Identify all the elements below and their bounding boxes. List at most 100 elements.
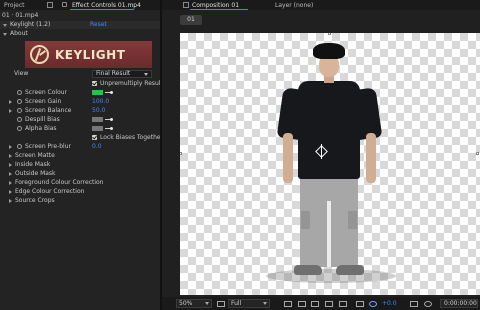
expand-triangle-icon[interactable] <box>9 189 12 194</box>
person-arm-left <box>283 133 293 183</box>
timecode-value: 0:00:00:00 <box>444 300 477 307</box>
screen-gain-value[interactable]: 100.0 <box>92 98 109 106</box>
lock-biases-checkbox[interactable] <box>92 135 97 140</box>
chevron-down-icon <box>263 302 267 305</box>
channel-icon[interactable] <box>356 301 364 307</box>
lock-icon[interactable] <box>47 2 53 8</box>
ground-shadow <box>266 269 396 283</box>
group-inside-mask[interactable]: Inside Mask <box>0 161 160 169</box>
person-hair <box>313 43 345 59</box>
breadcrumb-text: 01 · 01.mp4 <box>2 12 39 19</box>
color-management-icon[interactable] <box>369 301 377 307</box>
expand-triangle-icon[interactable] <box>9 162 12 167</box>
reset-button[interactable]: Reset <box>90 21 107 29</box>
tab-project[interactable]: Project <box>4 1 25 10</box>
alpha-bias-row: Alpha Bias <box>0 125 160 133</box>
region-of-interest-icon[interactable] <box>217 301 225 307</box>
alpha-bias-swatch[interactable] <box>92 126 103 131</box>
person-leg-gap <box>327 201 331 267</box>
expand-triangle-icon[interactable] <box>9 171 12 176</box>
screen-gain-label: Screen Gain <box>25 98 62 105</box>
composition-chip[interactable]: 01 <box>180 15 202 25</box>
lock-biases-row: Lock Biases Together <box>0 134 163 142</box>
screen-preblur-value[interactable]: 0.0 <box>92 143 102 151</box>
collapse-triangle-icon[interactable] <box>3 33 7 36</box>
transparency-grid-icon[interactable] <box>298 301 306 307</box>
anchor-point-icon[interactable] <box>316 144 327 159</box>
expand-triangle-icon[interactable] <box>9 153 12 158</box>
group-foreground-colour-correction[interactable]: Foreground Colour Correction <box>0 179 160 187</box>
group-label: Foreground Colour Correction <box>15 179 104 186</box>
despill-bias-row: Despill Bias <box>0 116 160 124</box>
timecode-display[interactable]: 0:00:00:00 <box>440 299 478 308</box>
comp-lock-icon[interactable] <box>183 2 189 8</box>
effect-header[interactable]: Keylight (1.2) Reset <box>0 21 160 29</box>
expand-triangle-icon[interactable] <box>9 198 12 203</box>
group-outside-mask[interactable]: Outside Mask <box>0 170 160 178</box>
expand-triangle-icon[interactable] <box>9 108 12 113</box>
stopwatch-icon[interactable] <box>17 108 22 113</box>
composition-viewer[interactable] <box>180 33 480 295</box>
composition-panel: 01 50% Full +0.0 0:00:00:00 <box>162 10 480 310</box>
screen-balance-row: Screen Balance 50.0 <box>0 107 160 115</box>
mask-visibility-icon[interactable] <box>311 301 319 307</box>
keylight-logo: KEYLIGHT <box>25 41 152 68</box>
logo-text: KEYLIGHT <box>55 48 126 62</box>
group-label: Source Crops <box>15 197 55 204</box>
screen-balance-value[interactable]: 50.0 <box>92 107 105 115</box>
person-shoe-right <box>336 265 364 275</box>
stopwatch-icon[interactable] <box>17 144 22 149</box>
unpremultiply-row: Unpremultiply Result <box>0 80 163 88</box>
resolution-dropdown[interactable]: Full <box>228 299 270 308</box>
expand-triangle-icon[interactable] <box>9 144 12 149</box>
eyedropper-icon[interactable] <box>105 91 114 94</box>
group-source-crops[interactable]: Source Crops <box>0 197 160 205</box>
group-edge-colour-correction[interactable]: Edge Colour Correction <box>0 188 160 196</box>
zoom-value: 50% <box>179 300 193 307</box>
expand-triangle-icon[interactable] <box>9 99 12 104</box>
expand-triangle-icon[interactable] <box>9 180 12 185</box>
about-label: About <box>10 30 28 37</box>
grid-icon[interactable] <box>284 301 292 307</box>
layer-handle-left[interactable] <box>180 152 182 155</box>
screen-colour-row: Screen Colour <box>0 89 160 97</box>
view-label: View <box>14 70 29 77</box>
person-pocket-right <box>348 211 357 229</box>
viewer-toolbar: 50% Full +0.0 0:00:00:00 <box>162 297 480 310</box>
screen-colour-swatch[interactable] <box>92 90 103 95</box>
effect-controls-panel: 01 · 01.mp4 Keylight (1.2) Reset About K… <box>0 10 163 310</box>
tab-layer[interactable]: Layer (none) <box>275 1 313 10</box>
layer-handle-right[interactable] <box>476 152 479 155</box>
alpha-bias-label: Alpha Bias <box>25 125 57 132</box>
view-dropdown-value: Final Result <box>96 70 131 77</box>
person-shirt <box>298 81 360 179</box>
layer-handle-top[interactable] <box>328 33 331 35</box>
resolution-value: Full <box>231 300 242 307</box>
guides-icon[interactable] <box>325 301 333 307</box>
panel-menu-icon[interactable] <box>62 2 67 7</box>
screen-preblur-row: Screen Pre-blur 0.0 <box>0 143 160 151</box>
about-row[interactable]: About <box>0 30 160 38</box>
stopwatch-icon[interactable] <box>17 99 22 104</box>
group-screen-matte[interactable]: Screen Matte <box>0 152 160 160</box>
zoom-dropdown[interactable]: 50% <box>176 299 212 308</box>
view-dropdown[interactable]: Final Result <box>92 70 152 78</box>
person-pocket-left <box>301 211 310 229</box>
stopwatch-icon[interactable] <box>17 117 22 122</box>
screen-gain-row: Screen Gain 100.0 <box>0 98 160 106</box>
stopwatch-icon[interactable] <box>17 90 22 95</box>
show-snapshot-icon[interactable] <box>424 301 432 307</box>
camera-view-icon[interactable] <box>339 301 347 307</box>
screen-balance-label: Screen Balance <box>25 107 72 114</box>
snapshot-camera-icon[interactable] <box>410 301 418 307</box>
unpremultiply-checkbox[interactable] <box>92 81 97 86</box>
panel-tab-bar: Project Effect Controls 01.mp4 Compositi… <box>0 0 480 10</box>
despill-bias-swatch[interactable] <box>92 117 103 122</box>
chevron-down-icon <box>144 73 148 76</box>
eyedropper-icon[interactable] <box>105 118 114 121</box>
eyedropper-icon[interactable] <box>105 127 114 130</box>
stopwatch-icon[interactable] <box>17 126 22 131</box>
collapse-triangle-icon[interactable] <box>3 24 7 27</box>
keylight-emblem-icon <box>30 45 49 64</box>
exposure-value[interactable]: +0.0 <box>382 299 397 308</box>
